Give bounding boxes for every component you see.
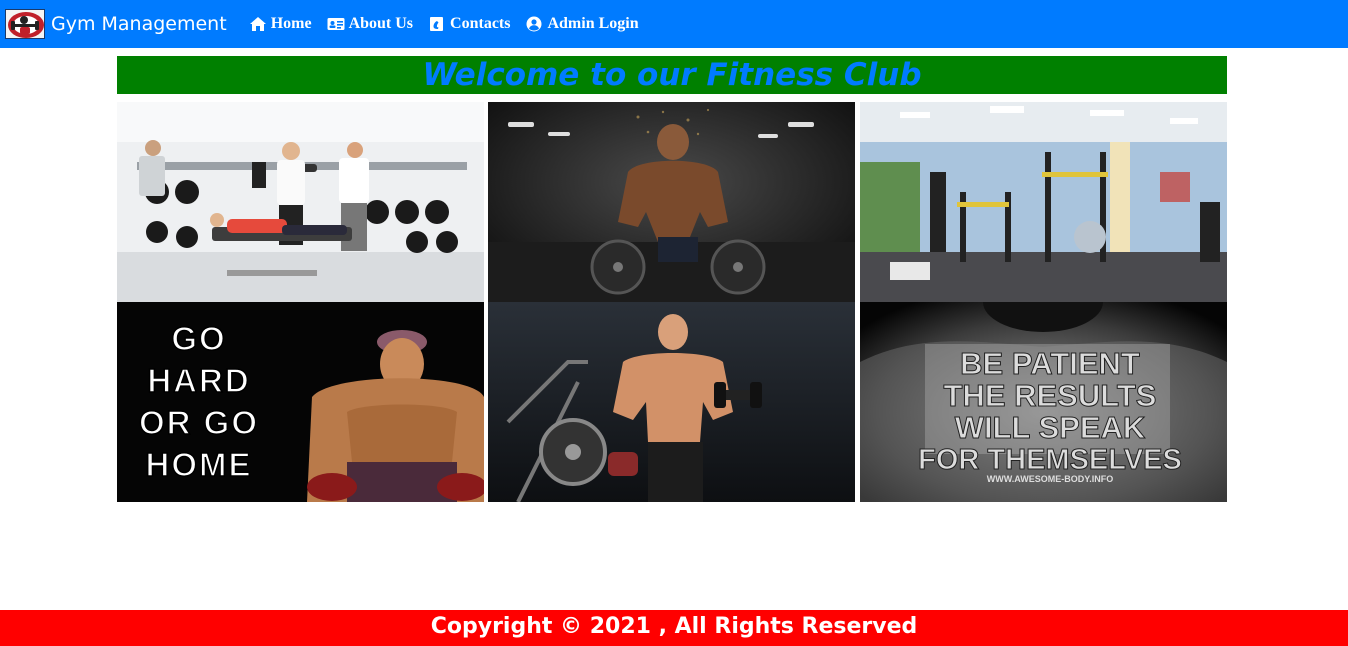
poster-go-hard-line-1: GO bbox=[171, 320, 226, 357]
gym-photo-bodybuilder-dark bbox=[488, 102, 855, 302]
navbar: Gym Management Home About Us Contacts Ad… bbox=[0, 0, 1348, 48]
poster-be-patient-line-4: FOR THEMSELVES bbox=[918, 444, 1182, 476]
gym-photo-dumbbell-curl bbox=[488, 302, 855, 502]
welcome-title: Welcome to our Fitness Club bbox=[422, 57, 922, 93]
nav-admin-login-label: Admin Login bbox=[547, 15, 639, 32]
nav-menu: Home About Us Contacts Admin Login bbox=[249, 15, 654, 33]
poster-be-patient-line-2: THE RESULTS bbox=[944, 378, 1157, 413]
gym-photo-group-training bbox=[117, 102, 484, 302]
poster-be-patient-line-1: BE PATIENT bbox=[960, 346, 1140, 381]
nav-about-link[interactable]: About Us bbox=[327, 15, 413, 33]
dumbbell-logo-icon bbox=[5, 9, 45, 39]
poster-go-hard-line-3: OR GO bbox=[139, 404, 259, 441]
nav-about-label: About Us bbox=[348, 15, 414, 32]
poster-be-patient: BE PATIENT THE RESULTS WILL SPEAK FOR TH… bbox=[860, 302, 1227, 502]
nav-home-label: Home bbox=[270, 15, 312, 32]
contact-book-icon bbox=[428, 16, 446, 32]
nav-home-link[interactable]: Home bbox=[249, 15, 312, 33]
home-icon bbox=[249, 16, 267, 32]
nav-admin-login-link[interactable]: Admin Login bbox=[525, 15, 639, 33]
poster-be-patient-line-3: WILL SPEAK bbox=[955, 410, 1146, 445]
welcome-banner: Welcome to our Fitness Club bbox=[117, 56, 1227, 94]
nav-contacts-link[interactable]: Contacts bbox=[428, 15, 510, 33]
footer-copyright: Copyright © 2021 , All Rights Reserved bbox=[430, 614, 918, 639]
brand-link[interactable]: Gym Management bbox=[5, 9, 227, 39]
poster-go-hard: GO HARD OR GO HOME bbox=[117, 302, 484, 502]
poster-go-hard-line-4: HOME bbox=[146, 446, 253, 483]
footer: Copyright © 2021 , All Rights Reserved bbox=[0, 610, 1348, 646]
nav-contacts-label: Contacts bbox=[450, 15, 511, 32]
id-card-icon bbox=[327, 16, 345, 32]
poster-go-hard-line-2: HARD bbox=[147, 362, 250, 399]
user-circle-icon bbox=[525, 16, 543, 32]
gym-photo-training-room bbox=[860, 102, 1227, 302]
poster-be-patient-site: WWW.AWESOME-BODY.INFO bbox=[987, 474, 1114, 484]
brand-name: Gym Management bbox=[51, 13, 227, 35]
